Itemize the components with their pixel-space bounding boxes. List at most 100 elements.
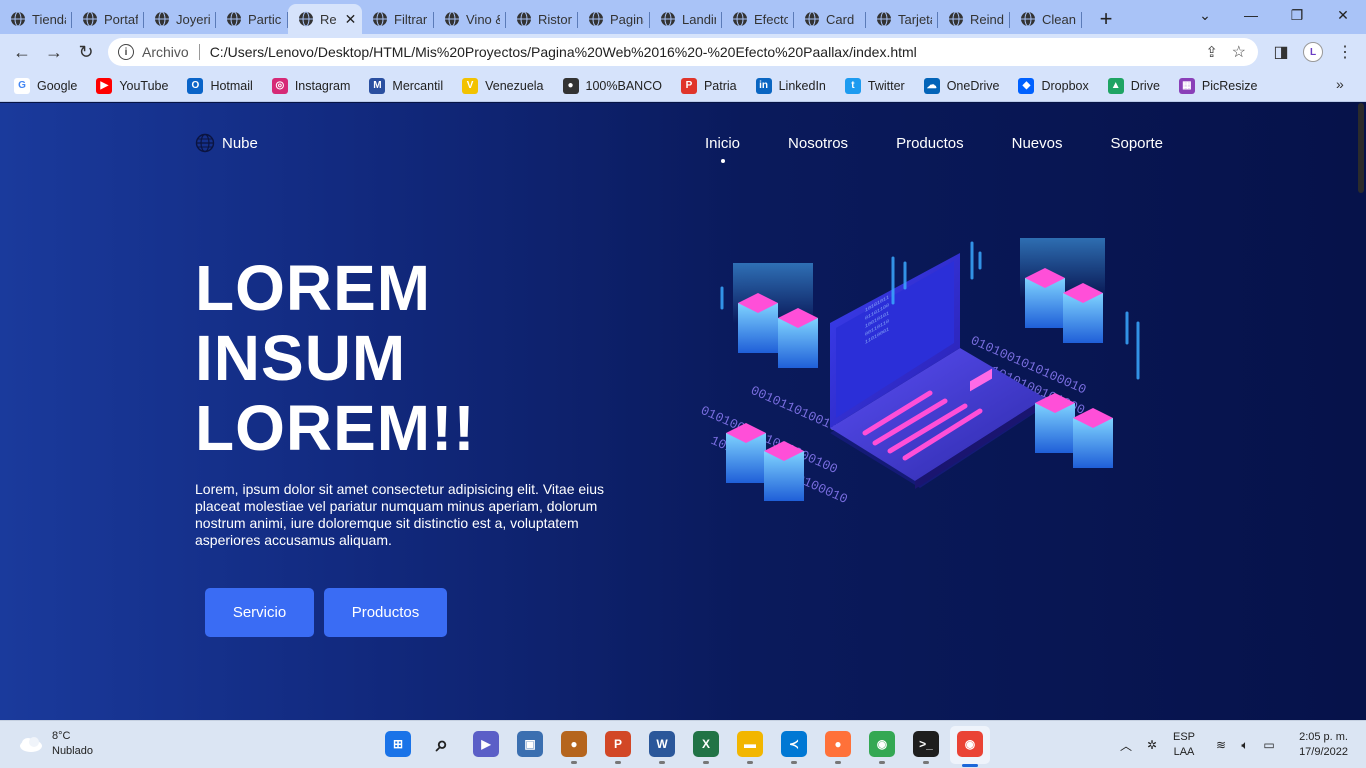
tab-title: Efecto <box>754 11 788 27</box>
bookmark-item[interactable]: in LinkedIn <box>755 77 826 94</box>
photos-icon[interactable]: ▣ <box>517 731 543 757</box>
minimize-icon[interactable]: — <box>1228 0 1274 30</box>
tab-title: Portafolio <box>104 11 138 27</box>
excel-icon[interactable]: X <box>693 731 719 764</box>
browser-tab[interactable]: Ristorante <box>506 4 578 34</box>
bookmark-item[interactable]: G Google <box>14 77 77 94</box>
clock-date: 17/9/2022 <box>1299 746 1348 758</box>
teams-icon[interactable]: ▶ <box>473 731 499 757</box>
bookmark-label: PicResize <box>1201 78 1258 93</box>
windows-taskbar: 8°C Nublado ⊞ ⌕ ▶ ▣ ● P W X ▬ ≺ ● ◉ >_ ◉ ︿ ✲ ESP LAA … <box>0 720 1366 768</box>
bookmark-item[interactable]: ◆ Dropbox <box>1018 77 1089 94</box>
globe-icon <box>733 11 747 27</box>
scrollbar-thumb[interactable] <box>1358 103 1364 193</box>
chrome-profile-icon[interactable]: ◉ <box>957 731 983 757</box>
productos-button[interactable]: Productos <box>324 588 447 637</box>
browser-tab[interactable]: Reindeer <box>938 4 1010 34</box>
tab-search-icon[interactable]: ⌄ <box>1182 0 1228 30</box>
nav-nuevos[interactable]: Nuevos <box>1012 135 1063 152</box>
search-icon[interactable]: ⌕ <box>429 731 455 757</box>
running-indicator <box>615 761 621 764</box>
globe-icon <box>661 11 675 27</box>
tab-title: Card <box>826 11 855 27</box>
info-icon[interactable]: i <box>118 44 134 60</box>
running-indicator <box>923 761 929 764</box>
globe-icon <box>949 11 963 27</box>
url-text[interactable]: C:/Users/Lenovo/Desktop/HTML/Mis%20Proye… <box>210 44 917 60</box>
browser-tab[interactable]: Landing <box>650 4 722 34</box>
chrome-icon[interactable]: ◉ <box>869 731 895 764</box>
weather-widget[interactable]: 8°C Nublado <box>18 729 93 759</box>
bookmark-star-icon[interactable]: ☆ <box>1232 42 1246 62</box>
tab-title: Pagina <box>610 11 644 27</box>
browser-tab[interactable]: Portafolio <box>72 4 144 34</box>
hero-line: LOREM <box>195 252 432 324</box>
profile-avatar[interactable]: L <box>1298 34 1328 70</box>
browser-tab[interactable]: Tarjeta <box>866 4 938 34</box>
globe-icon <box>227 11 241 27</box>
bookmark-item[interactable]: M Mercantil <box>369 77 443 94</box>
reload-icon[interactable]: ↻ <box>70 36 102 68</box>
browser-tab[interactable]: Pagina <box>578 4 650 34</box>
bookmark-item[interactable]: ● 100%BANCO <box>562 77 662 94</box>
browser-tab[interactable]: Efecto <box>722 4 794 34</box>
volume-icon[interactable]: 🔈︎ <box>1234 721 1256 768</box>
bookmark-item[interactable]: O Hotmail <box>187 77 253 94</box>
vscode-icon[interactable]: ≺ <box>781 731 807 764</box>
globe-icon <box>877 11 891 27</box>
bookmark-item[interactable]: ▶ YouTube <box>96 77 168 94</box>
browser-tab[interactable]: Card <box>794 4 866 34</box>
forward-icon[interactable]: → <box>38 36 70 68</box>
more-bookmarks-icon[interactable]: » <box>1336 76 1344 92</box>
bookmark-label: Drive <box>1130 78 1160 93</box>
running-indicator <box>747 761 753 764</box>
bookmark-item[interactable]: ☁ OneDrive <box>923 77 999 94</box>
site-logo[interactable]: Nube <box>195 133 258 153</box>
browser-tab[interactable]: Re ✕ <box>288 4 362 34</box>
tab-title: Clean <box>1042 11 1076 27</box>
dropbox-tray-icon[interactable]: ✲ <box>1140 721 1164 768</box>
nav-nosotros[interactable]: Nosotros <box>788 135 848 152</box>
nav-soporte[interactable]: Soporte <box>1110 135 1163 152</box>
menu-kebab-icon[interactable]: ⋮ <box>1330 34 1360 70</box>
baseball-glove-icon[interactable]: ● <box>561 731 587 764</box>
active-app-indicator <box>962 764 978 767</box>
nav-inicio[interactable]: Inicio <box>705 135 740 163</box>
terminal-icon[interactable]: >_ <box>913 731 939 764</box>
firefox-icon[interactable]: ● <box>825 731 851 764</box>
bookmark-item[interactable]: ◎ Instagram <box>271 77 350 94</box>
new-tab-icon[interactable]: + <box>1086 4 1126 34</box>
close-window-icon[interactable]: ✕ <box>1320 0 1366 30</box>
bookmark-item[interactable]: ▦ PicResize <box>1178 77 1258 94</box>
cloud-icon <box>20 737 42 752</box>
word-icon[interactable]: W <box>649 731 675 764</box>
address-bar[interactable]: i Archivo C:/Users/Lenovo/Desktop/HTML/M… <box>108 38 1258 66</box>
browser-tab[interactable]: Joyeria <box>144 4 216 34</box>
bookmark-item[interactable]: P Patria <box>680 77 737 94</box>
battery-icon[interactable]: ▭ <box>1258 721 1280 768</box>
start-icon[interactable]: ⊞ <box>385 731 411 757</box>
browser-tab[interactable]: Tienda <box>0 4 72 34</box>
close-tab-icon[interactable]: ✕ <box>345 11 357 28</box>
system-clock[interactable]: 2:05 p. m. 17/9/2022 <box>1299 730 1348 760</box>
tray-overflow-icon[interactable]: ︿ <box>1116 721 1136 768</box>
back-icon[interactable]: ← <box>6 36 38 68</box>
bookmark-item[interactable]: ▲ Drive <box>1107 77 1160 94</box>
side-panel-icon[interactable]: ◨ <box>1266 34 1296 70</box>
language-indicator[interactable]: ESP LAA <box>1168 721 1200 768</box>
bookmark-item[interactable]: V Venezuela <box>462 77 544 94</box>
browser-tab[interactable]: Clean <box>1010 4 1082 34</box>
powerpoint-icon[interactable]: P <box>605 731 631 764</box>
share-icon[interactable]: ⇪ <box>1205 43 1218 61</box>
bookmark-item[interactable]: t Twitter <box>844 77 905 94</box>
wifi-icon[interactable]: ≋ <box>1210 721 1232 768</box>
servicio-button[interactable]: Servicio <box>205 588 314 637</box>
restore-icon[interactable]: ❐ <box>1274 0 1320 30</box>
nav-productos[interactable]: Productos <box>896 135 964 152</box>
browser-tab[interactable]: Particles <box>216 4 288 34</box>
venezuela-icon: V <box>462 77 479 94</box>
browser-tab[interactable]: Filtrar <box>362 4 434 34</box>
file-explorer-icon[interactable]: ▬ <box>737 731 763 764</box>
page-scrollbar[interactable] <box>1356 103 1366 720</box>
browser-tab[interactable]: Vino & <box>434 4 506 34</box>
